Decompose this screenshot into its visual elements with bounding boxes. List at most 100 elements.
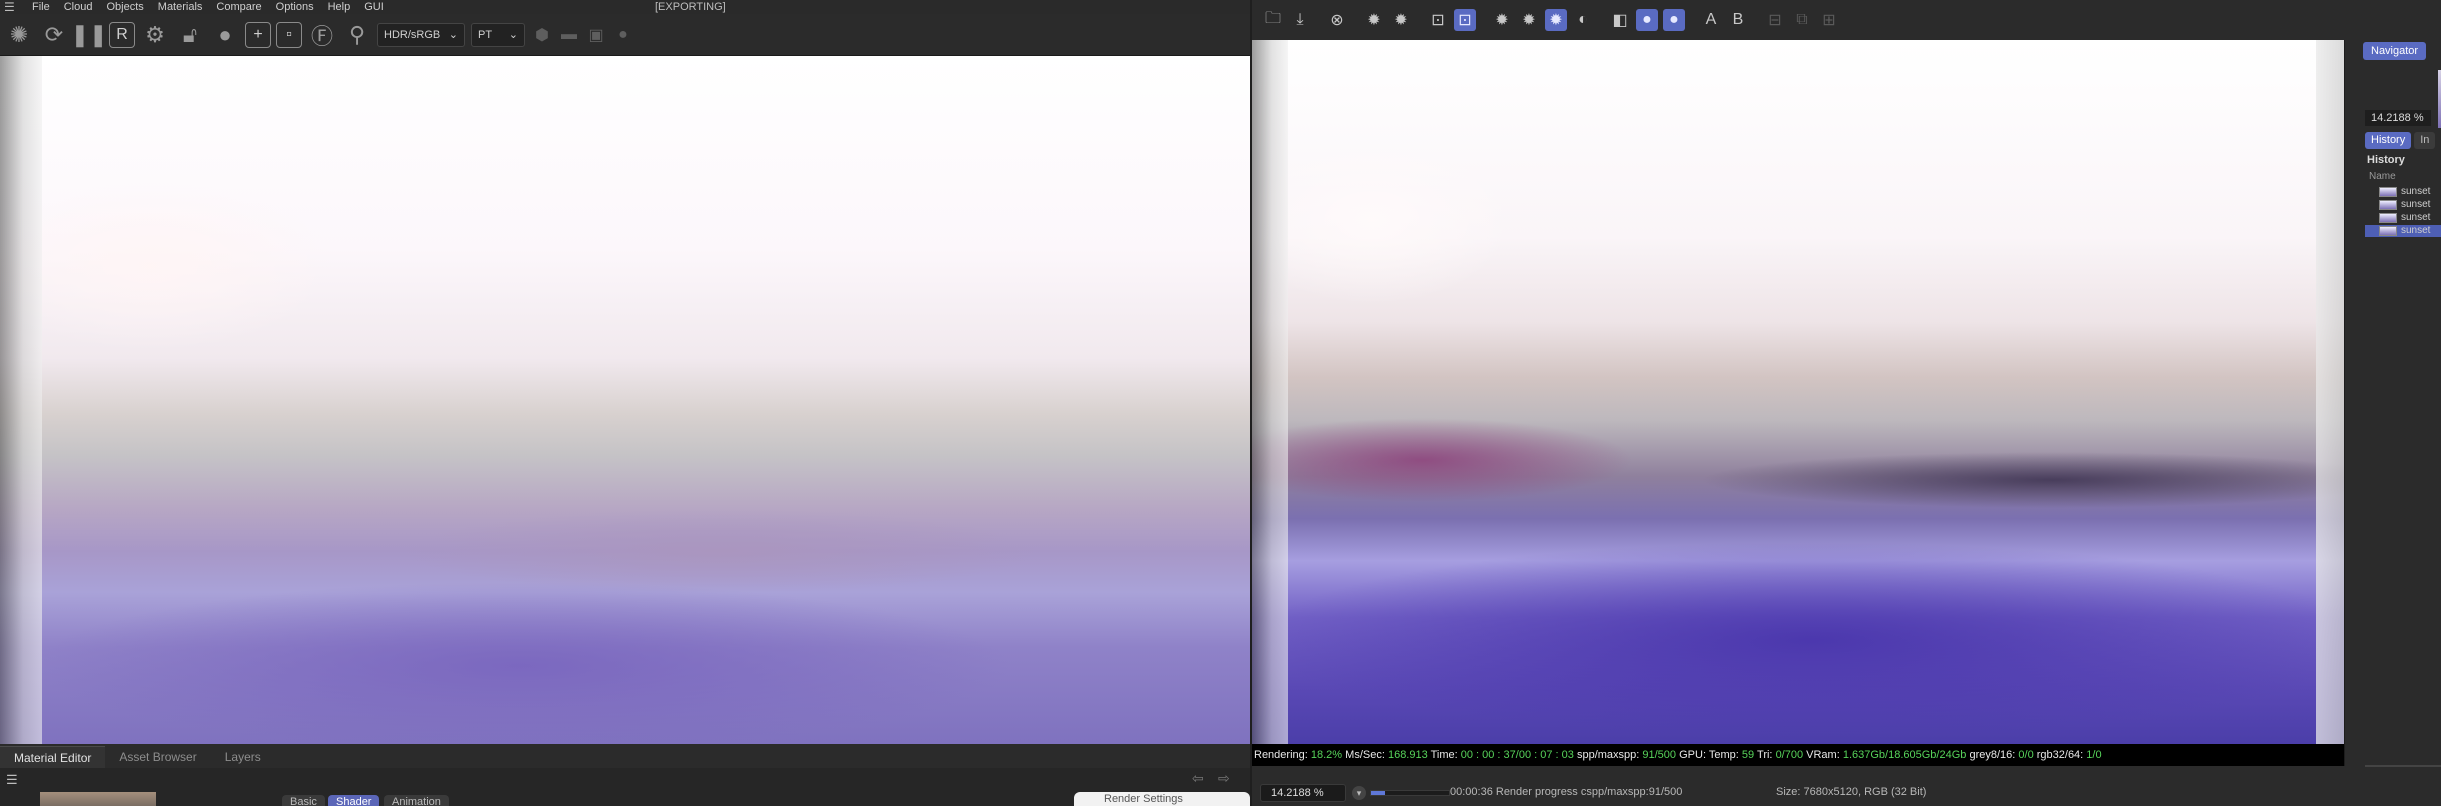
focus-f-icon[interactable]: Ⓕ (307, 20, 337, 50)
status-value: 91/500 (1642, 749, 1677, 761)
status-label: Temp: (1708, 749, 1739, 761)
navigator-button[interactable]: Navigator (2363, 42, 2427, 60)
refresh-icon[interactable]: ⟳ (39, 20, 69, 50)
status-label: Rendering: (1254, 749, 1308, 761)
status-label: rgb32/64: (2036, 749, 2084, 761)
hamburger-menu-icon[interactable]: ☰ (6, 772, 18, 788)
tab-info[interactable]: In (2414, 132, 2436, 149)
history-column-name: Name (2369, 171, 2396, 182)
slot-a-button[interactable]: A (1700, 9, 1722, 31)
history-title: History (2367, 154, 2405, 166)
close-circle-icon[interactable]: ⊗ (1326, 9, 1348, 31)
menu-file[interactable]: File (32, 0, 50, 14)
menu-cloud[interactable]: Cloud (64, 0, 93, 14)
hamburger-menu-icon[interactable]: ☰ (4, 0, 18, 14)
render-mode-select[interactable]: PT ⌄ (471, 22, 525, 47)
render-toolbar: 🗀 ⤓ ⊗ ✹ ✹ ⊡ ⊡ ✹ ✹ ✹ ◐ ◧ ● ● A B ⊟ ⧉ ⊞ (1252, 0, 2441, 40)
compare-icon[interactable]: ◧ (1609, 9, 1631, 31)
status-label: grey8/16: (1969, 749, 2016, 761)
layout-icon[interactable]: ⊟ (1764, 9, 1786, 31)
status-label: VRam: (1806, 749, 1840, 761)
status-value: 00 : 00 : 37/00 : 07 : 03 (1460, 749, 1574, 761)
colorspace-select[interactable]: HDR/sRGB ⌄ (377, 22, 465, 47)
gear-icon[interactable]: ✹ (1491, 9, 1513, 31)
render-mode-value: PT (478, 28, 493, 41)
hexagon-icon[interactable]: ⬢ (531, 20, 553, 50)
menu-compare[interactable]: Compare (216, 0, 261, 14)
region-icon[interactable]: ⊡ (1427, 9, 1449, 31)
status-value: 0/0 (2018, 749, 2034, 761)
render-r-icon[interactable]: R (109, 21, 135, 48)
folder-icon[interactable]: 🗀 (1262, 9, 1284, 31)
gear-icon[interactable]: ⚙ (140, 20, 170, 50)
tab-asset-browser[interactable]: Asset Browser (105, 746, 210, 768)
region-icon[interactable]: ▫ (276, 21, 302, 48)
render-bottom-bar: 14.2188 % ▾ 00:00:36 Render progress csp… (1252, 766, 2441, 806)
arrow-right-icon[interactable]: ⇨ (1218, 770, 1230, 787)
tab-history[interactable]: History (2365, 132, 2412, 149)
history-item-label: sunset (2401, 186, 2431, 197)
menu-materials[interactable]: Materials (158, 0, 203, 14)
history-item-selected[interactable]: sunset (2365, 225, 2441, 237)
render-settings-tab[interactable]: Render Settings (1074, 792, 1250, 806)
status-value: 59 (1741, 749, 1755, 761)
circle-icon[interactable]: ● (612, 20, 634, 50)
subtab-shader[interactable]: Shader (328, 795, 380, 806)
subtab-basic[interactable]: Basic (282, 795, 325, 806)
main-viewport[interactable] (0, 56, 1250, 744)
rectangle-icon[interactable]: ▬ (558, 20, 580, 50)
chevron-down-icon: ⌄ (448, 29, 458, 41)
add-icon[interactable]: + (245, 21, 271, 48)
render-progress-fill (1371, 791, 1386, 795)
status-label: GPU: (1679, 749, 1707, 761)
image-thumbnail-icon (2379, 213, 2397, 223)
unlock-icon[interactable]: 🔓︎ (175, 20, 205, 50)
render-status-line: Rendering: 18.2% Ms/Sec: 168.913 Time: 0… (1252, 744, 2344, 766)
zoom-field[interactable]: 14.2188 % (1260, 784, 1346, 802)
history-item-label: sunset (2401, 212, 2431, 223)
pause-icon[interactable]: ❚❚ (71, 20, 108, 50)
colorspace-value: HDR/sRGB (384, 28, 441, 41)
menu-options[interactable]: Options (276, 0, 314, 14)
navigator-zoom[interactable]: 14.2188 % (2365, 110, 2431, 126)
slot-b-button[interactable]: B (1727, 9, 1749, 31)
arrow-left-icon[interactable]: ⇦ (1192, 770, 1204, 787)
mode-active-icon[interactable]: ● (1663, 9, 1685, 31)
region-active-icon[interactable]: ⊡ (1454, 9, 1476, 31)
render-progress-text: 00:00:36 Render progress cspp/maxspp:91/… (1450, 786, 1683, 798)
mode-active-icon[interactable]: ● (1636, 9, 1658, 31)
layout-icon[interactable]: ⧉ (1791, 9, 1813, 31)
gear-icon[interactable]: ✹ (1518, 9, 1540, 31)
status-label: spp/maxspp: (1576, 749, 1640, 761)
gear-icon[interactable]: ✹ (1363, 9, 1385, 31)
contrast-icon[interactable]: ◐ (1572, 9, 1594, 31)
history-item[interactable]: sunset (2365, 186, 2441, 198)
save-icon[interactable]: ⤓ (1289, 9, 1311, 31)
sphere-icon[interactable]: ● (210, 20, 240, 50)
layout-icon[interactable]: ⊞ (1818, 9, 1840, 31)
aperture-icon[interactable]: ✺ (4, 20, 34, 50)
render-viewport[interactable] (1252, 40, 2344, 744)
history-item[interactable]: sunset (2365, 212, 2441, 224)
tab-material-editor[interactable]: Material Editor (0, 746, 106, 768)
tab-layers[interactable]: Layers (211, 746, 275, 768)
menu-objects[interactable]: Objects (106, 0, 143, 14)
status-value: 1.637Gb/18.605Gb/24Gb (1842, 749, 1967, 761)
menu-gui[interactable]: GUI (364, 0, 384, 14)
history-item-label: sunset (2401, 199, 2431, 210)
status-label: Tri: (1757, 749, 1773, 761)
subtab-animation[interactable]: Animation (384, 795, 449, 806)
history-tabs: History In (2365, 132, 2438, 149)
image-size-text: Size: 7680x5120, RGB (32 Bit) (1776, 786, 1927, 798)
render-settings-label: Render Settings (1104, 793, 1183, 805)
menu-help[interactable]: Help (328, 0, 351, 14)
pin-icon[interactable]: ⚲ (342, 20, 372, 50)
chevron-down-icon[interactable]: ▾ (1352, 786, 1366, 800)
history-item[interactable]: sunset (2365, 199, 2441, 211)
render-progress-bar (1370, 790, 1450, 796)
camera-icon[interactable]: ▣ (585, 20, 607, 50)
gear-active-icon[interactable]: ✹ (1545, 9, 1567, 31)
material-thumbnail[interactable] (40, 792, 156, 806)
gear-icon[interactable]: ✹ (1390, 9, 1412, 31)
viewport-frame-edge (0, 56, 42, 744)
